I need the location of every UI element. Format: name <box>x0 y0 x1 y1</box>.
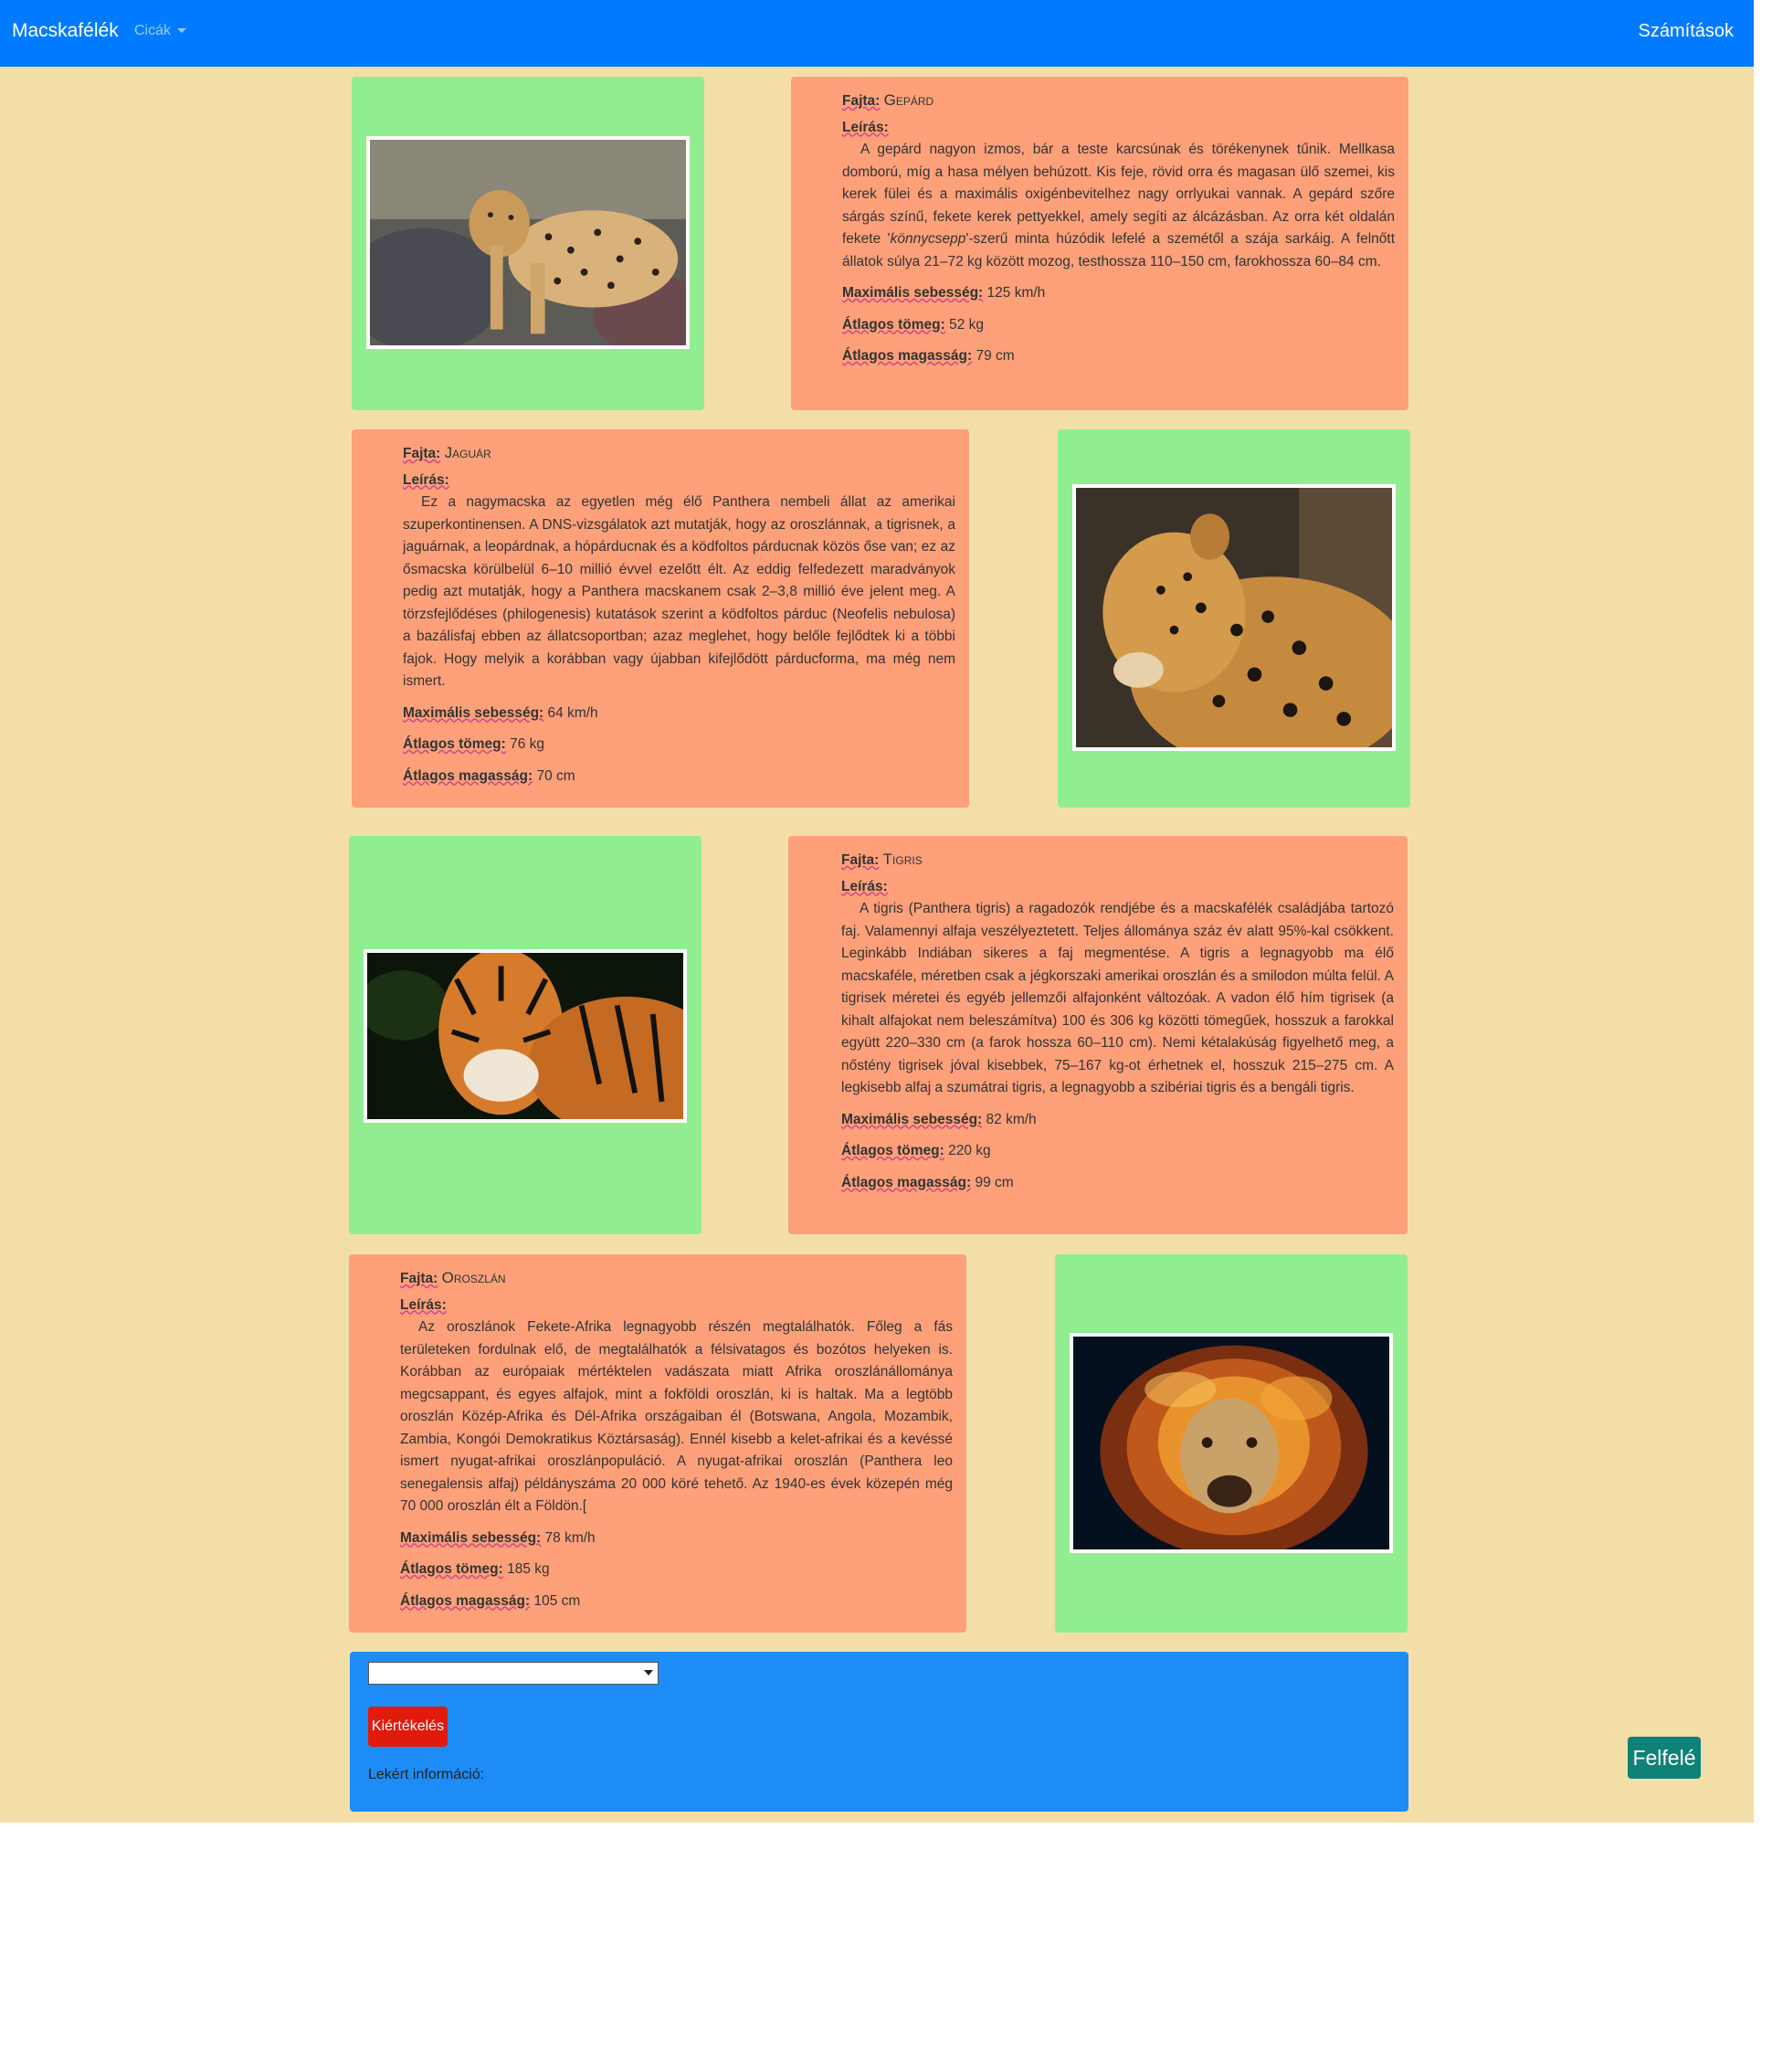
breed-label: Fajta: <box>403 446 441 461</box>
cats-dropdown-label: Cicák <box>134 23 172 38</box>
cheetah-image <box>366 136 690 349</box>
tiger-weight: Átlagos tömeg: 220 kg <box>841 1143 991 1158</box>
lion-breed-line: Fajta: Oroszlán <box>400 1267 953 1291</box>
lion-image-box <box>1055 1254 1408 1633</box>
lion-height: Átlagos magasság: 105 cm <box>400 1592 581 1609</box>
lion-info-box: Fajta: Oroszlán Leírás: Az oroszlánok Fe… <box>349 1254 966 1633</box>
cheetah-info: Fajta: Gepárd Leírás: A gepárd nagyon iz… <box>842 90 1395 368</box>
result-label: Lekért információ: <box>368 1767 485 1782</box>
scroll-up-button[interactable]: Felfelé <box>1628 1737 1701 1779</box>
cheetah-image-box <box>352 77 704 410</box>
tiger-image <box>364 949 687 1123</box>
description-label: Leírás: <box>403 471 449 488</box>
navbar: Macskafélék Cicák Számítások <box>0 0 1754 67</box>
tiger-info: Fajta: Tigris Leírás: A tigris (Panthera… <box>841 849 1394 1194</box>
jaguar-weight: Átlagos tömeg: 76 kg <box>403 736 545 752</box>
cheetah-breed-line: Fajta: Gepárd <box>842 90 1395 113</box>
cheetah-name: Gepárd <box>883 91 934 109</box>
brand-link[interactable]: Macskafélék <box>12 20 119 42</box>
chevron-down-icon <box>177 28 187 34</box>
calculations-link[interactable]: Számítások <box>1639 21 1734 42</box>
jaguar-height: Átlagos magasság: 70 cm <box>403 767 575 784</box>
cheetah-description: A gepárd nagyon izmos, bár a teste karcs… <box>842 142 1395 270</box>
jaguar-info-box: Fajta: Jaguár Leírás: Ez a nagymacska az… <box>352 429 969 808</box>
jaguar-speed: Maximális sebesség: 64 km/h <box>403 704 598 721</box>
evaluation-panel: Kiértékelés Lekért információ: <box>350 1652 1408 1812</box>
lion-image <box>1070 1333 1393 1553</box>
tiger-description: A tigris (Panthera tigris) a ragadozók r… <box>841 901 1394 1095</box>
tiger-info-box: Fajta: Tigris Leírás: A tigris (Panthera… <box>788 836 1408 1234</box>
jaguar-breed-line: Fajta: Jaguár <box>403 442 955 466</box>
jaguar-image <box>1072 484 1396 751</box>
tiger-image-box <box>349 836 701 1234</box>
evaluate-button[interactable]: Kiértékelés <box>368 1707 448 1747</box>
lion-info: Fajta: Oroszlán Leírás: Az oroszlánok Fe… <box>400 1267 953 1612</box>
jaguar-image-box <box>1058 429 1410 808</box>
breed-label: Fajta: <box>400 1271 438 1286</box>
lion-name: Oroszlán <box>441 1269 506 1286</box>
breed-label: Fajta: <box>841 852 880 868</box>
cheetah-speed: Maximális sebesség: 125 km/h <box>842 285 1046 301</box>
breed-label: Fajta: <box>842 93 881 109</box>
tiger-name: Tigris <box>882 851 923 868</box>
tiger-breed-line: Fajta: Tigris <box>841 849 1394 872</box>
tiger-height: Átlagos magasság: 99 cm <box>841 1174 1014 1190</box>
tiger-speed: Maximális sebesség: 82 km/h <box>841 1111 1037 1127</box>
description-label: Leírás: <box>842 119 889 135</box>
description-label: Leírás: <box>841 878 888 894</box>
cheetah-weight: Átlagos tömeg: 52 kg <box>842 316 985 333</box>
cats-dropdown[interactable]: Cicák <box>134 23 187 39</box>
cheetah-description-emphasis: könnycsepp <box>890 231 966 247</box>
lion-description: Az oroszlánok Fekete-Afrika legnagyobb r… <box>400 1319 953 1514</box>
chevron-down-icon <box>644 1670 653 1676</box>
lion-speed: Maximális sebesség: 78 km/h <box>400 1529 596 1546</box>
jaguar-name: Jaguár <box>444 444 491 461</box>
description-label: Leírás: <box>400 1296 447 1313</box>
cat-select[interactable] <box>368 1662 659 1685</box>
cheetah-height: Átlagos magasság: 79 cm <box>842 348 1015 364</box>
cheetah-info-box: Fajta: Gepárd Leírás: A gepárd nagyon iz… <box>791 77 1408 410</box>
lion-weight: Átlagos tömeg: 185 kg <box>400 1561 550 1577</box>
jaguar-info: Fajta: Jaguár Leírás: Ez a nagymacska az… <box>403 442 955 788</box>
jaguar-description: Ez a nagymacska az egyetlen még élő Pant… <box>403 494 955 689</box>
